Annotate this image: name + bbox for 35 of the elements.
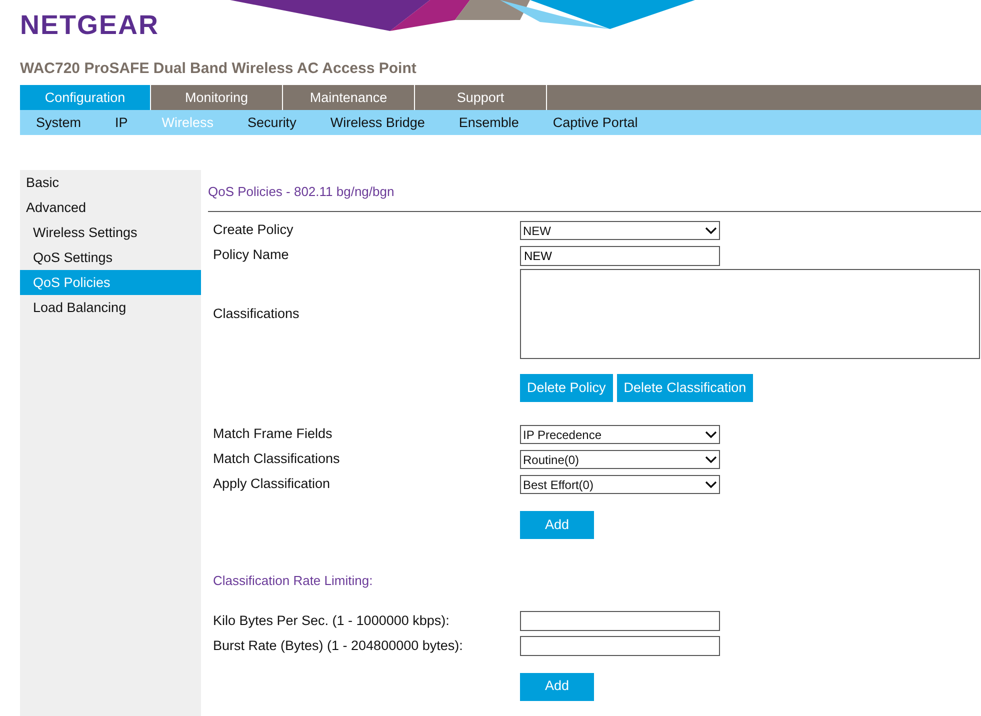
product-title: WAC720 ProSAFE Dual Band Wireless AC Access Point — [20, 60, 416, 77]
input-field[interactable] — [520, 636, 720, 656]
sub-nav-tab[interactable]: Security — [248, 110, 296, 135]
sidebar-item[interactable]: Load Balancing — [20, 295, 201, 320]
logo: NETGEAR — [20, 10, 160, 40]
section-title: QoS Policies - 802.11 bg/ng/bgn — [208, 184, 394, 199]
section-heading: Classification Rate Limiting: — [213, 573, 373, 588]
sidebar-item[interactable]: Basic — [20, 170, 201, 195]
field-label: Classifications — [213, 304, 300, 323]
chevron-icon — [705, 226, 717, 234]
field-label: Burst Rate (Bytes) (1 - 204800000 bytes): — [213, 636, 464, 655]
sub-nav-tab[interactable]: Captive Portal — [552, 110, 638, 135]
sub-nav-tab[interactable]: Ensemble — [458, 110, 519, 135]
field-label: Kilo Bytes Per Sec. (1 - 1000000 kbps): — [213, 612, 450, 630]
sidebar-item[interactable]: Advanced — [20, 195, 201, 220]
sidebar-item[interactable]: Wireless Settings — [20, 220, 201, 245]
field-label: Policy Name — [213, 246, 290, 264]
text-area[interactable] — [520, 269, 980, 359]
dropdown[interactable]: IP Precedence — [520, 425, 720, 444]
sub-nav-tab[interactable]: IP — [115, 110, 128, 135]
field-label: Match Frame Fields — [213, 425, 334, 444]
sub-nav-tab[interactable]: Wireless Bridge — [330, 110, 425, 135]
dropdown[interactable]: NEW — [520, 221, 720, 240]
input-field[interactable]: NEW — [520, 246, 720, 266]
sidebar-item[interactable]: QoS Settings — [20, 245, 201, 270]
chevron-icon — [705, 430, 717, 438]
field-label: Apply Classification — [213, 475, 332, 494]
chevron-icon — [705, 456, 717, 464]
sub-nav-tab[interactable]: System — [36, 110, 82, 135]
field-label: Create Policy — [213, 221, 294, 240]
field-label: Match Classifications — [213, 450, 341, 468]
dropdown[interactable]: Routine(0) — [520, 450, 720, 469]
chevron-icon — [705, 480, 717, 488]
dropdown[interactable]: Best Effort(0) — [520, 475, 720, 494]
input-field[interactable] — [520, 611, 720, 631]
